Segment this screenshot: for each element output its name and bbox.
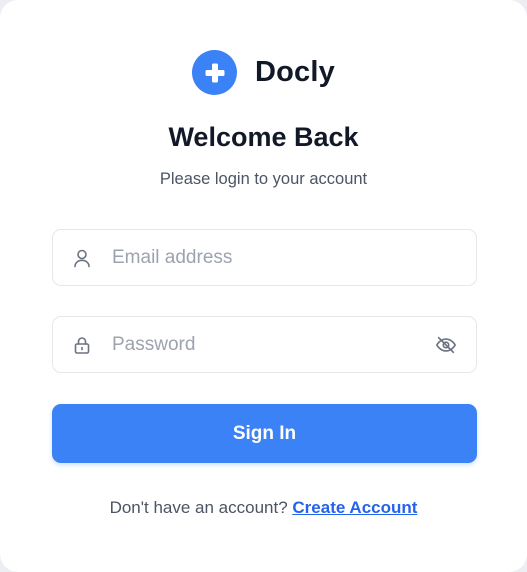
page-title: Welcome Back: [168, 122, 359, 152]
password-field[interactable]: [52, 316, 477, 373]
lock-icon: [72, 335, 92, 355]
brand: Docly: [0, 50, 527, 95]
login-card: Docly Welcome Back Please login to your …: [0, 0, 527, 572]
signup-prompt-text: Don't have an account?: [109, 498, 288, 517]
plus-icon: [192, 50, 237, 95]
password-input[interactable]: [112, 317, 434, 372]
page-subtitle: Please login to your account: [159, 170, 368, 188]
user-icon: [72, 248, 92, 268]
create-account-link[interactable]: Create Account: [292, 498, 417, 517]
signup-prompt: Don't have an account? Create Account: [0, 498, 527, 518]
brand-name: Docly: [255, 56, 335, 88]
email-field[interactable]: [52, 229, 477, 286]
sign-in-button[interactable]: Sign In: [52, 404, 477, 463]
eye-off-icon[interactable]: [434, 333, 458, 357]
email-input[interactable]: [112, 230, 476, 285]
